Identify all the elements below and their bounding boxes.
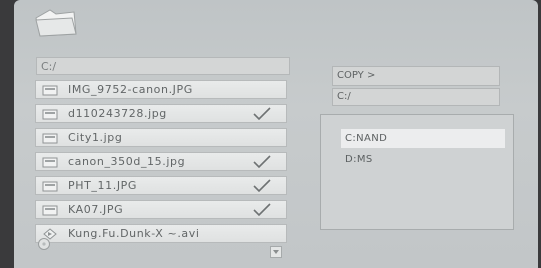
folder-icon xyxy=(35,9,77,37)
checkmark-icon[interactable] xyxy=(252,178,272,194)
drive-option[interactable]: C:NAND xyxy=(341,129,505,148)
file-row[interactable]: d110243728.jpg xyxy=(35,104,287,123)
file-row[interactable]: IMG_9752-canon.JPG xyxy=(35,80,287,99)
copy-label: COPY > xyxy=(332,66,500,86)
file-name: KA07.JPG xyxy=(68,203,124,216)
file-row[interactable]: KA07.JPG xyxy=(35,200,287,219)
file-name: canon_350d_15.jpg xyxy=(68,155,186,168)
file-row[interactable]: PHT_11.JPG xyxy=(35,176,287,195)
image-file-icon xyxy=(42,109,58,120)
file-row[interactable]: canon_350d_15.jpg xyxy=(35,152,287,171)
file-name: City1.jpg xyxy=(68,131,123,144)
image-file-icon xyxy=(42,157,58,168)
drive-select-panel: C:NAND D:MS xyxy=(320,114,514,230)
file-name: PHT_11.JPG xyxy=(68,179,138,192)
image-file-icon xyxy=(42,181,58,192)
disc-icon xyxy=(38,238,50,250)
image-file-icon xyxy=(42,205,58,216)
checkmark-icon[interactable] xyxy=(252,202,272,218)
scroll-down-icon[interactable] xyxy=(270,246,282,258)
file-list: IMG_9752-canon.JPG d110243728.jpg City1.jp… xyxy=(35,80,287,248)
checkmark-icon[interactable] xyxy=(252,154,272,170)
image-file-icon xyxy=(42,133,58,144)
file-name: d110243728.jpg xyxy=(68,107,167,120)
file-name: IMG_9752-canon.JPG xyxy=(68,83,193,96)
current-path: C:/ xyxy=(36,57,290,75)
file-row[interactable]: City1.jpg xyxy=(35,128,287,147)
checkmark-icon[interactable] xyxy=(252,106,272,122)
destination-path: C:/ xyxy=(332,88,500,106)
drive-option[interactable]: D:MS xyxy=(341,150,505,169)
image-file-icon xyxy=(42,85,58,96)
file-row[interactable]: Kung.Fu.Dunk-X ~.avi xyxy=(35,224,287,243)
file-name: Kung.Fu.Dunk-X ~.avi xyxy=(68,227,200,240)
